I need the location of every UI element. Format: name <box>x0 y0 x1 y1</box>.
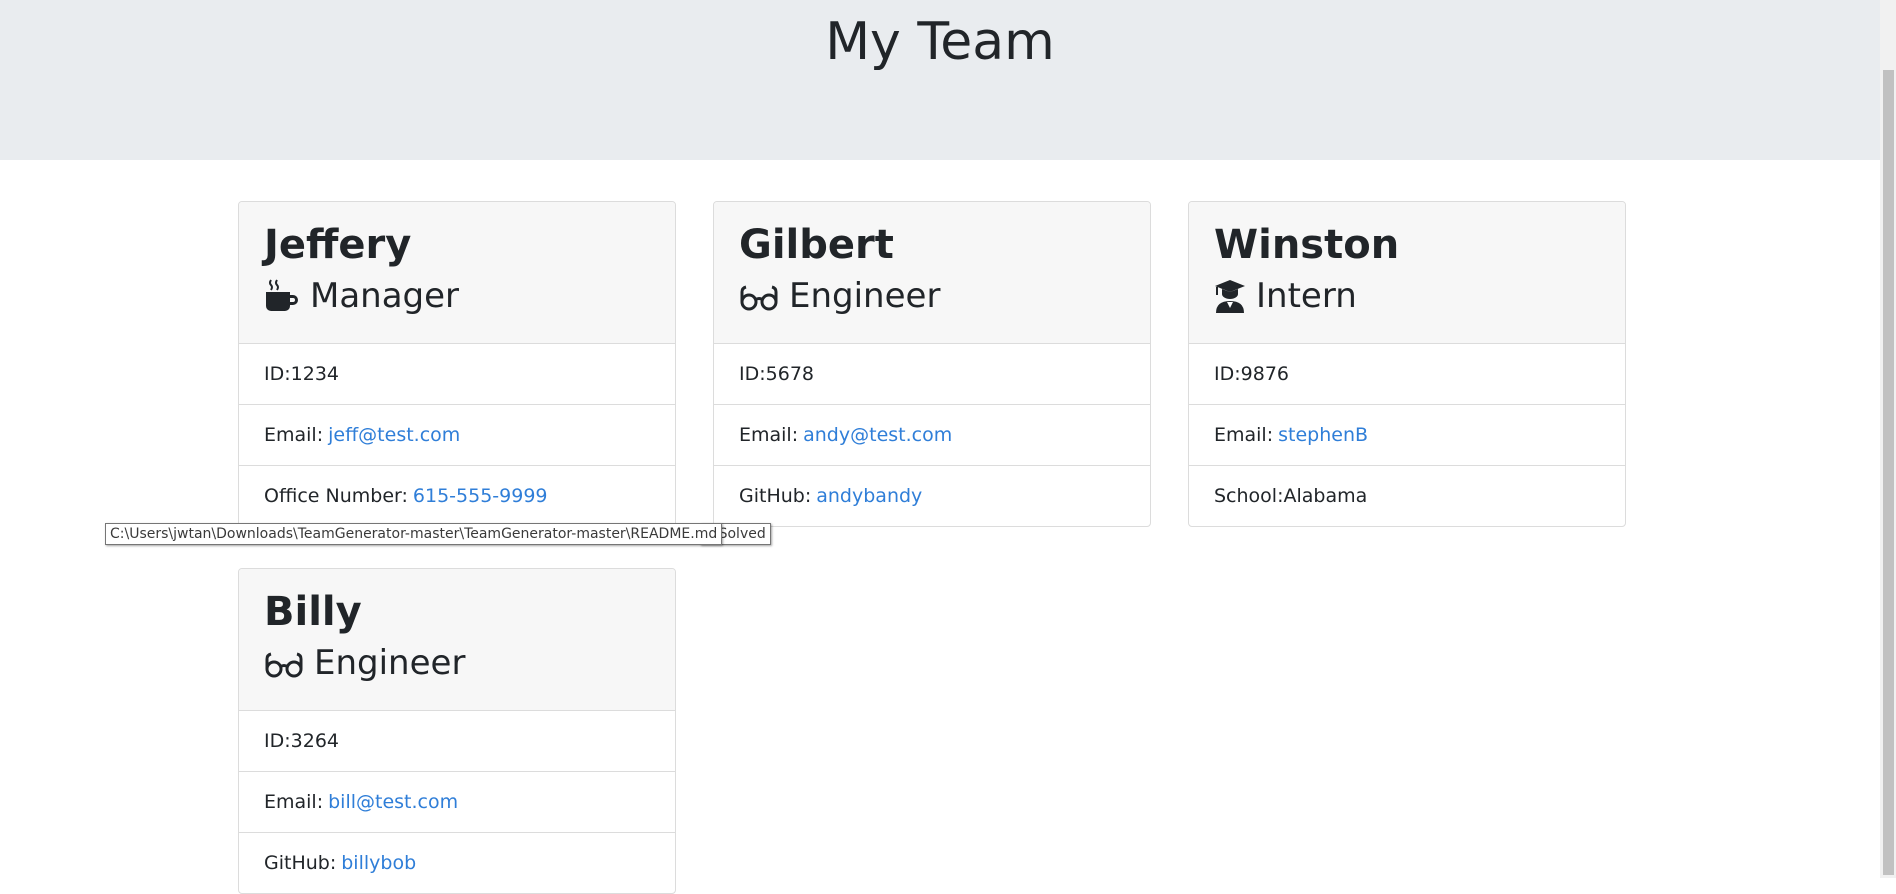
employee-name: Jeffery <box>264 222 412 268</box>
role-label: Intern <box>1256 276 1357 316</box>
school-row: School: Alabama <box>1214 485 1368 507</box>
employee-role: Manager <box>264 274 459 318</box>
id-row: ID: 5678 <box>714 344 1150 405</box>
employee-role: Engineer <box>264 641 465 685</box>
id-value: 1234 <box>290 363 339 385</box>
github-link[interactable]: billybob <box>341 852 416 874</box>
vertical-scrollbar[interactable] <box>1880 0 1896 878</box>
role-label: Engineer <box>789 276 941 316</box>
graduate-icon <box>1215 280 1245 313</box>
email-link[interactable]: jeff@test.com <box>328 424 460 446</box>
role-label: Engineer <box>314 643 466 683</box>
github-link[interactable]: andybandy <box>816 485 922 507</box>
employee-card: Billy Engineer ID: 3264 Email: bill@test… <box>238 568 676 894</box>
id-value: 5678 <box>765 363 814 385</box>
employee-name: Gilbert <box>739 222 894 268</box>
employee-name: Billy <box>264 589 362 635</box>
id-row: ID: 1234 <box>239 344 675 405</box>
email-row: Email: jeff@test.com <box>239 405 675 466</box>
employee-card: Jeffery Manager ID: 1234 Email: jeff@tes… <box>238 201 676 527</box>
employee-card: Winston Intern ID: 9876 Email: stephenB … <box>1188 201 1626 527</box>
email-row: Email: stephenB <box>1189 405 1625 466</box>
id-row: ID: 3264 <box>239 711 675 772</box>
card-header: Billy Engineer <box>239 569 675 711</box>
employee-name: Winston <box>1214 222 1400 268</box>
page-header: My Team <box>0 0 1880 160</box>
email-row: Email: bill@test.com <box>239 772 675 833</box>
glasses-icon <box>265 652 303 678</box>
role-label: Manager <box>310 276 460 316</box>
coffee-icon <box>266 279 298 311</box>
office-number-link[interactable]: 615-555-9999 <box>413 485 548 507</box>
office-number-row: Office Number: 615-555-9999 <box>264 485 548 507</box>
card-header: Jeffery Manager <box>239 202 675 344</box>
id-value: 3264 <box>290 730 339 752</box>
email-link[interactable]: andy@test.com <box>803 424 952 446</box>
id-row: ID: 9876 <box>1189 344 1625 405</box>
employee-role: Intern <box>1214 274 1357 318</box>
employee-role: Engineer <box>739 274 940 318</box>
school-value: Alabama <box>1283 485 1368 507</box>
github-row: GitHub: billybob <box>264 852 417 874</box>
employee-card: Gilbert Engineer ID: 5678 Email: andy@te… <box>713 201 1151 527</box>
github-row: GitHub: andybandy <box>739 485 923 507</box>
email-link[interactable]: bill@test.com <box>328 791 458 813</box>
page-title: My Team <box>825 12 1055 72</box>
path-tooltip-front: C:\Users\jwtan\Downloads\TeamGenerator-m… <box>105 523 723 545</box>
glasses-icon <box>740 285 778 311</box>
id-value: 9876 <box>1240 363 1289 385</box>
scrollbar-thumb[interactable] <box>1883 70 1894 875</box>
email-link[interactable]: stephenB <box>1278 424 1368 446</box>
email-row: Email: andy@test.com <box>714 405 1150 466</box>
card-header: Winston Intern <box>1189 202 1625 344</box>
card-header: Gilbert Engineer <box>714 202 1150 344</box>
